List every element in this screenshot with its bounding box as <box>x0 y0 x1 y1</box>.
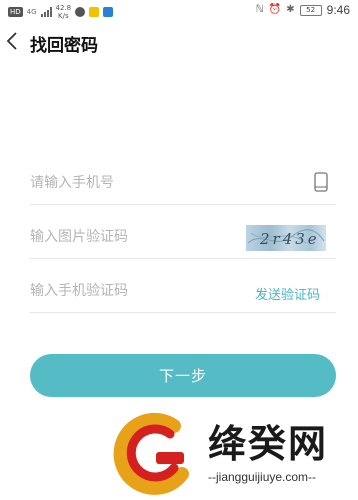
nfc-icon: ℕ <box>255 4 264 15</box>
battery-level: 52 <box>306 5 316 14</box>
bluetooth-icon: ✱ <box>286 4 295 15</box>
back-button[interactable] <box>2 28 26 54</box>
chevron-left-icon <box>6 32 17 50</box>
status-time: 9:46 <box>326 3 350 17</box>
phone-input[interactable] <box>30 170 240 196</box>
watermark: 绛癸网 --jiangguijiuye.com-- <box>112 412 358 500</box>
watermark-text: 绛癸网 <box>208 422 329 466</box>
captcha-field-row: 2r43e <box>30 216 336 259</box>
alarm-icon: ⏰ <box>268 4 282 15</box>
next-button[interactable]: 下一步 <box>30 354 336 397</box>
header: 找回密码 <box>0 26 358 58</box>
battery-icon: 52 <box>299 4 322 16</box>
wechat-icon <box>75 7 86 17</box>
hd-badge: HD <box>8 7 23 17</box>
app-notification-icon <box>89 7 100 17</box>
captcha-text: 2r43e <box>259 230 320 248</box>
status-left: HD 4G 42.8 K/s <box>8 4 114 20</box>
sms-code-input[interactable] <box>30 278 240 304</box>
app-notification-icon-2 <box>103 7 114 17</box>
status-bar: HD 4G 42.8 K/s ℕ ⏰ ✱ 52 9:46 <box>0 0 358 22</box>
status-right: ℕ ⏰ ✱ 52 9:46 <box>256 3 350 17</box>
sms-field-row: 发送验证码 <box>30 270 336 313</box>
send-code-button[interactable]: 发送验证码 <box>255 284 320 303</box>
page-title: 找回密码 <box>30 36 98 56</box>
captcha-image[interactable]: 2r43e <box>246 225 326 251</box>
network-type: 4G <box>26 8 37 16</box>
captcha-noise: 2r43e <box>247 229 325 248</box>
captcha-input[interactable] <box>30 224 240 250</box>
net-speed: 42.8 K/s <box>56 4 72 20</box>
watermark-logo <box>113 412 189 495</box>
watermark-url: --jiangguijiuye.com-- <box>208 470 317 484</box>
signal-icon <box>40 7 52 17</box>
phone-field-row <box>30 162 336 205</box>
net-speed-value: 42.8 <box>55 4 72 12</box>
phone-icon <box>314 172 328 192</box>
net-speed-unit: K/s <box>58 12 69 20</box>
